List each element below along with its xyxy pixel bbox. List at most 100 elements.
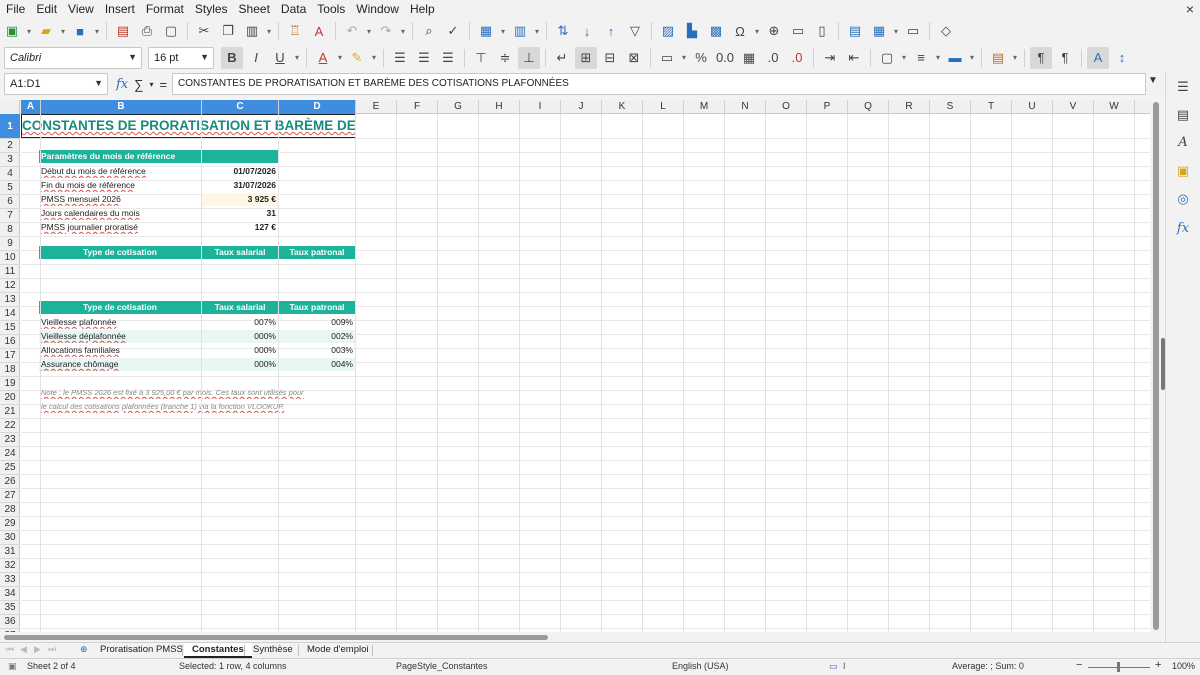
border-style-dropdown-icon[interactable]: ▾ [933,47,943,69]
styles-icon[interactable]: A [1174,135,1192,153]
selection-mode-icon[interactable]: ▭ [829,661,838,672]
underline-dropdown-icon[interactable]: ▾ [292,47,302,69]
param-label[interactable]: Début du mois de référence [39,165,201,178]
rate-type[interactable]: Assurance chômage [39,358,201,371]
horizontal-scrollbar[interactable] [0,632,1164,642]
align-right-icon[interactable]: ☰ [437,47,459,69]
chevron-down-icon[interactable]: ▼ [200,52,209,62]
param-label[interactable]: Fin du mois de référence [39,179,201,192]
column-header[interactable]: F [397,100,438,114]
column-header[interactable]: M [684,100,725,114]
row-header[interactable]: 23 [0,433,20,447]
highlight-dropdown-icon[interactable]: ▾ [369,47,379,69]
row-header[interactable]: 17 [0,349,20,363]
column-header[interactable]: P [807,100,848,114]
row-header[interactable]: 8 [0,223,20,237]
font-name-combo[interactable]: Calibri ▼ [4,46,142,69]
param-value[interactable]: 31 [201,207,278,220]
next-sheet-icon[interactable]: ▶ [34,644,41,655]
language[interactable]: English (USA) [672,661,729,671]
param-value[interactable]: 3 925 € [201,193,278,206]
font-size-combo[interactable]: 16 pt ▼ [148,46,214,69]
zoom-out-icon[interactable]: − [1076,659,1082,671]
column-header[interactable]: D [279,100,356,114]
row-header[interactable]: 4 [0,167,20,181]
unmerge-cells-icon[interactable]: ⊠ [623,47,645,69]
redo-dropdown-icon[interactable]: ▾ [398,20,408,42]
text-direction-rtl-icon[interactable]: ¶ [1054,47,1076,69]
new-document-icon[interactable]: ▣ [1,20,23,42]
define-print-area-icon[interactable]: ▤ [844,20,866,42]
sum-dropdown-icon[interactable]: ▾ [149,80,153,89]
header-footer-icon[interactable]: ▯ [811,20,833,42]
align-middle-icon[interactable]: ≑ [494,47,516,69]
row-header[interactable]: 10 [0,251,20,265]
open-folder-icon[interactable]: ▰ [35,20,57,42]
column-header[interactable]: S [930,100,971,114]
column-header[interactable]: I [520,100,561,114]
print-icon[interactable]: ⎙ [136,20,158,42]
row-header[interactable]: 26 [0,475,20,489]
insert-image-icon[interactable]: ▨ [657,20,679,42]
menu-sheet[interactable]: Sheet [233,0,275,18]
row-header[interactable]: 25 [0,461,20,475]
param-label[interactable]: PMSS mensuel 2026 [39,193,201,206]
row-header[interactable]: 2 [0,139,20,153]
decrease-indent-icon[interactable]: ⇤ [843,47,865,69]
sum-icon[interactable]: ∑ [134,77,143,92]
row-header[interactable]: 1 [0,114,20,139]
column-header[interactable]: V [1053,100,1094,114]
column-header[interactable]: T [971,100,1012,114]
column-header[interactable]: H [479,100,520,114]
merge-cells-icon[interactable]: ⊟ [599,47,621,69]
column-header[interactable]: U [1012,100,1053,114]
gallery-icon[interactable]: ▣ [1174,163,1192,181]
row-header[interactable]: 30 [0,531,20,545]
add-decimal-icon[interactable]: .0 [762,47,784,69]
sort-descending-icon[interactable]: ↑ [600,20,622,42]
tab-mode-emploi[interactable]: Mode d'emploi [299,643,377,658]
spelling-icon[interactable]: ✓ [442,20,464,42]
row-header[interactable]: 27 [0,489,20,503]
row-header[interactable]: 5 [0,181,20,195]
column-header[interactable]: B [41,100,202,114]
align-top-icon[interactable]: ⊤ [470,47,492,69]
row-header[interactable]: 7 [0,209,20,223]
percent-format-icon[interactable]: % [690,47,712,69]
align-center-icon[interactable]: ☰ [413,47,435,69]
row-header[interactable]: 3 [0,153,20,167]
date-format-icon[interactable]: ▦ [738,47,760,69]
column-header[interactable]: L [643,100,684,114]
rate-salarial[interactable]: 000% [202,344,278,357]
column-header[interactable]: N [725,100,766,114]
menu-styles[interactable]: Styles [189,0,233,18]
paste-dropdown-icon[interactable]: ▾ [264,20,274,42]
row-header[interactable]: 33 [0,573,20,587]
row-header[interactable]: 15 [0,321,20,335]
find-replace-icon[interactable]: ⌕ [418,20,440,42]
draw-functions-icon[interactable]: ◇ [935,20,957,42]
clone-formatting-icon[interactable]: ♖ [284,20,306,42]
menu-file[interactable]: File [0,0,30,18]
row-header[interactable]: 28 [0,503,20,517]
note-line[interactable]: Note : le PMSS 2026 est fixé à 3 925,00 … [39,386,379,399]
sidebar-menu-icon[interactable]: ☰ [1174,79,1192,97]
clear-formatting-icon[interactable]: A [308,20,330,42]
rate-salarial[interactable]: 000% [202,330,278,343]
highlight-color-icon[interactable]: ✎ [346,47,368,69]
tab-constantes[interactable]: Constantes [184,643,252,658]
freeze-dropdown-icon[interactable]: ▾ [891,20,901,42]
copy-icon[interactable]: ❐ [217,20,239,42]
document-modified-icon[interactable]: ▣ [8,661,17,672]
params-header[interactable]: Paramètres du mois de référence [39,150,278,163]
column-header[interactable]: E [356,100,397,114]
chevron-down-icon[interactable]: ▼ [94,78,103,88]
column-header[interactable]: A [21,100,41,114]
bold-icon[interactable]: B [221,46,243,69]
column-header[interactable]: K [602,100,643,114]
row-icon[interactable]: ▦ [475,20,497,42]
sort-icon[interactable]: ⇅ [552,20,574,42]
currency-dropdown-icon[interactable]: ▾ [679,47,689,69]
comment-icon[interactable]: ▭ [787,20,809,42]
save-icon[interactable]: ■ [69,20,91,42]
